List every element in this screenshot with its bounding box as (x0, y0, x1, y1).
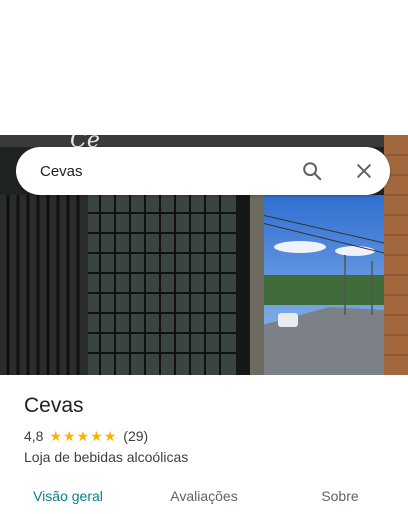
tab-overview[interactable]: Visão geral (0, 478, 136, 514)
tab-reviews[interactable]: Avaliações (136, 478, 272, 514)
star-icon: ★ (103, 428, 117, 444)
star-icon: ★ (49, 428, 63, 444)
search-button[interactable] (292, 151, 332, 191)
search-input[interactable] (16, 147, 292, 195)
place-tabs: Visão geral Avaliações Sobre (0, 478, 408, 514)
star-icon: ★ (63, 428, 76, 444)
place-category[interactable]: Loja de bebidas alcoólicas (24, 449, 188, 465)
review-count: (29) (123, 428, 149, 444)
rating-row[interactable]: 4,8 ★ ★ ★ ★ ★ (29) (24, 428, 148, 444)
star-icon: ★ (76, 428, 90, 444)
rating-value: 4,8 (24, 428, 44, 444)
search-bar (16, 147, 390, 195)
star-icon: ★ (90, 428, 103, 444)
search-icon (303, 162, 322, 181)
close-icon (357, 164, 371, 178)
rating-stars: ★ ★ ★ ★ ★ (49, 429, 117, 443)
clear-search-button[interactable] (344, 151, 384, 191)
tab-about[interactable]: Sobre (272, 478, 408, 514)
place-name: Cevas (24, 394, 84, 417)
